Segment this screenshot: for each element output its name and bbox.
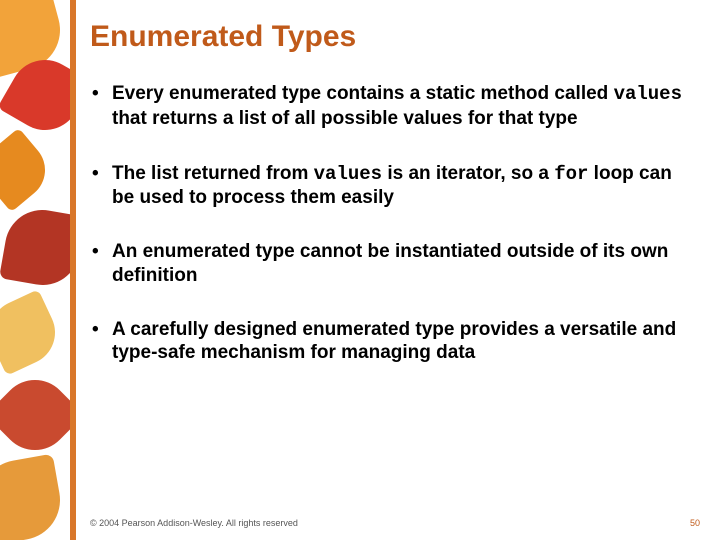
decorative-sidebar: [0, 0, 70, 540]
bullet-item: Every enumerated type contains a static …: [90, 82, 690, 132]
slide-content: Enumerated Types Every enumerated type c…: [90, 20, 690, 395]
copyright-text: © 2004 Pearson Addison-Wesley. All right…: [90, 518, 298, 528]
page-number: 50: [690, 518, 700, 528]
leaf-decoration: [0, 128, 57, 213]
bullet-text: The list returned from: [112, 163, 314, 184]
code-text: values: [614, 83, 682, 105]
slide-footer: © 2004 Pearson Addison-Wesley. All right…: [90, 518, 700, 528]
slide-title: Enumerated Types: [90, 20, 690, 54]
bullet-text: is an iterator, so a: [382, 163, 554, 184]
code-text: values: [314, 163, 382, 185]
bullet-list: Every enumerated type contains a static …: [90, 82, 690, 365]
bullet-text: An enumerated type cannot be instantiate…: [112, 241, 668, 286]
vertical-stripe: [70, 0, 76, 540]
bullet-item: A carefully designed enumerated type pro…: [90, 318, 690, 366]
bullet-item: An enumerated type cannot be instantiate…: [90, 240, 690, 288]
leaf-decoration: [0, 289, 66, 375]
code-text: for: [554, 163, 588, 185]
leaf-decoration: [0, 454, 66, 540]
bullet-text: A carefully designed enumerated type pro…: [112, 319, 676, 364]
leaf-decoration: [0, 366, 70, 465]
bullet-item: The list returned from values is an iter…: [90, 162, 690, 211]
bullet-text: Every enumerated type contains a static …: [112, 83, 614, 104]
leaf-decoration: [0, 204, 70, 291]
bullet-text: that returns a list of all possible valu…: [112, 108, 578, 129]
